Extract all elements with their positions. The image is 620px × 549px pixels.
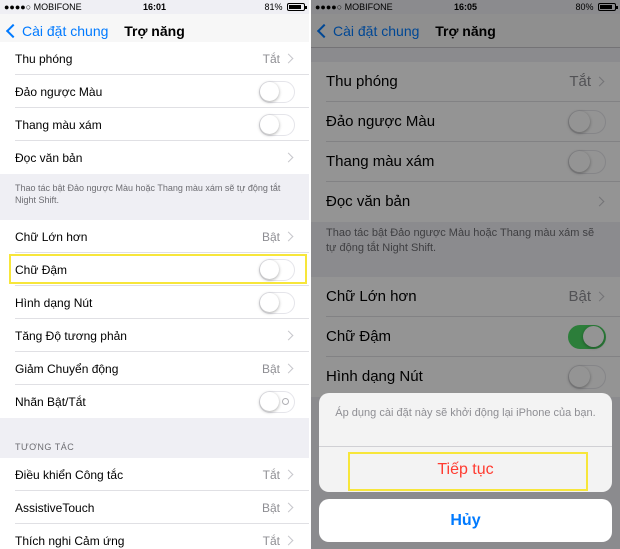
row-label: Giảm Chuyển động <box>15 361 119 376</box>
settings-row-thich-nghi-cam-ung[interactable]: Thích nghi Cảm ứng Tắt <box>0 524 309 549</box>
settings-row-assistivetouch[interactable]: AssistiveTouch Bật <box>0 491 309 524</box>
row-label: Chữ Lớn hơn <box>15 229 88 244</box>
section-header-interaction: TƯƠNG TÁC <box>15 442 75 452</box>
row-label: AssistiveTouch <box>15 500 95 515</box>
battery-icon <box>287 3 307 11</box>
toggle-switch[interactable] <box>259 113 295 136</box>
chevron-right-icon <box>283 231 294 241</box>
status-bar: ●●●●○ MOBIFONE 16:01 81% <box>0 0 309 14</box>
row-label: Điều khiển Công tắc <box>15 467 124 482</box>
alert-message: Áp dụng cài đặt này sẽ khởi động lại iPh… <box>335 407 596 419</box>
settings-row-chu-lon-hon[interactable]: Chữ Lớn hơn Bật <box>0 220 309 253</box>
row-value: Bật <box>261 500 280 515</box>
settings-row-thu-phong[interactable]: Thu phóng Tắt <box>0 42 309 75</box>
right-phone-screen: ●●●●○ MOBIFONE 16:05 80% Cài đặt chung T… <box>311 0 620 549</box>
screenshot-pair: ●●●●○ MOBIFONE 16:01 81% Cài đặt chung T… <box>0 0 620 549</box>
settings-row-dieu-khien-cong-tac[interactable]: Điều khiển Công tắc Tắt <box>0 458 309 491</box>
page-title: Trợ năng <box>124 23 185 39</box>
battery-percent: 81% <box>264 2 283 12</box>
left-phone-screen: ●●●●○ MOBIFONE 16:01 81% Cài đặt chung T… <box>0 0 309 549</box>
clock: 16:01 <box>142 2 167 12</box>
row-label: Hình dạng Nút <box>15 295 93 310</box>
cancel-button[interactable]: Hủy <box>319 499 612 542</box>
off-label-ring-icon <box>282 397 289 405</box>
row-value: Tắt <box>262 533 280 548</box>
chevron-right-icon <box>283 53 294 63</box>
row-label: Thích nghi Cảm ứng <box>15 533 125 548</box>
toggle-switch[interactable] <box>259 80 295 103</box>
row-value: Tắt <box>262 51 280 66</box>
highlight-box <box>348 452 588 491</box>
row-value: Bật <box>261 229 280 244</box>
chevron-right-icon <box>283 330 294 340</box>
row-label: Thu phóng <box>15 51 73 66</box>
chevron-right-icon <box>283 502 294 512</box>
settings-row-giam-chuyen-dong[interactable]: Giảm Chuyển động Bật <box>0 352 309 385</box>
toggle-knob <box>260 292 279 312</box>
highlight-box <box>9 254 307 284</box>
chevron-right-icon <box>283 152 294 162</box>
chevron-right-icon <box>283 469 294 479</box>
row-label: Nhãn Bật/Tắt <box>15 394 86 409</box>
chevron-right-icon <box>283 363 294 373</box>
toggle-knob <box>260 114 279 134</box>
row-label: Đảo ngược Màu <box>15 84 103 99</box>
settings-row-doc-van-ban[interactable]: Đọc văn bản <box>0 141 309 174</box>
settings-row-thang-mau-xam: Thang màu xám <box>0 108 309 141</box>
row-label: Thang màu xám <box>15 117 102 132</box>
row-label: Đọc văn bản <box>15 150 83 165</box>
row-value: Bật <box>261 361 280 376</box>
toggle-switch[interactable] <box>259 390 295 413</box>
settings-row-tang-do-tuong-phan[interactable]: Tăng Độ tương phản <box>0 319 309 352</box>
toggle-knob <box>260 81 279 101</box>
group-footer-note: Thao tác bật Đảo ngược Màu hoặc Thang mà… <box>15 183 281 205</box>
settings-row-hinh-dang-nut: Hình dạng Nút <box>0 286 309 319</box>
settings-row-nhan-bat-tat: Nhãn Bật/Tắt <box>0 385 309 418</box>
toggle-knob <box>260 391 279 411</box>
settings-row-dao-nguoc-mau: Đảo ngược Màu <box>0 75 309 108</box>
row-value: Tắt <box>262 467 280 482</box>
toggle-switch[interactable] <box>259 291 295 314</box>
battery-indicator: 81% <box>264 2 307 12</box>
chevron-right-icon <box>283 535 294 545</box>
row-label: Tăng Độ tương phản <box>15 328 127 343</box>
